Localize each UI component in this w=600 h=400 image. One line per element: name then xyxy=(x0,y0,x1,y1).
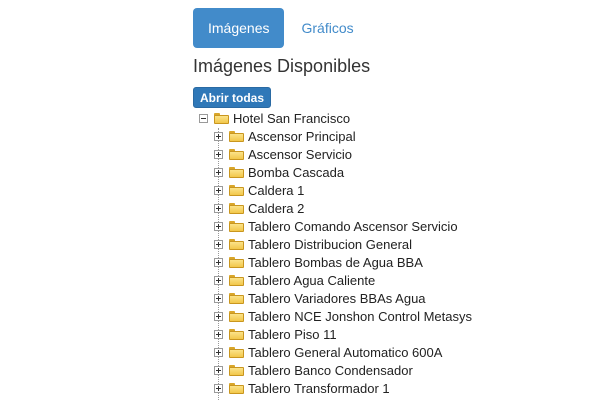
tree-item[interactable]: Tablero Piso 11 xyxy=(214,325,337,343)
tree-root[interactable]: Hotel San Francisco xyxy=(199,109,350,127)
expand-icon[interactable] xyxy=(214,239,223,249)
tree-item-label[interactable]: Tablero Distribucion General xyxy=(248,237,412,252)
expand-icon[interactable] xyxy=(214,275,223,285)
tree-item[interactable]: Ascensor Principal xyxy=(214,127,356,145)
folder-icon xyxy=(229,292,244,304)
tree-item-label[interactable]: Tablero Comando Ascensor Servicio xyxy=(248,219,458,234)
folder-icon xyxy=(229,166,244,178)
tree-item-label[interactable]: Tablero Variadores BBAs Agua xyxy=(248,291,426,306)
tree-item-label[interactable]: Ascensor Servicio xyxy=(248,147,352,162)
tree-item[interactable]: Tablero Banco Condensador xyxy=(214,361,413,379)
tree-item[interactable]: Tablero NCE Jonshon Control Metasys xyxy=(214,307,472,325)
tree-item[interactable]: Bomba Cascada xyxy=(214,163,344,181)
folder-icon xyxy=(229,148,244,160)
folder-icon xyxy=(229,274,244,286)
folder-icon xyxy=(229,328,244,340)
expand-icon[interactable] xyxy=(214,185,223,195)
expand-icon[interactable] xyxy=(214,257,223,267)
tree-item-label[interactable]: Tablero Bombas de Agua BBA xyxy=(248,255,423,270)
tree-item[interactable]: Tablero Comando Ascensor Servicio xyxy=(214,217,458,235)
expand-icon[interactable] xyxy=(214,131,223,141)
folder-icon xyxy=(229,130,244,142)
tree-item[interactable]: Tablero Agua Caliente xyxy=(214,271,375,289)
tree-item-label[interactable]: Tablero Banco Condensador xyxy=(248,363,413,378)
tree-item-label[interactable]: Bomba Cascada xyxy=(248,165,344,180)
expand-icon[interactable] xyxy=(214,149,223,159)
collapse-icon[interactable] xyxy=(199,113,208,123)
folder-icon xyxy=(229,220,244,232)
tree-item[interactable]: Tablero Variadores BBAs Agua xyxy=(214,289,426,307)
folder-icon xyxy=(229,202,244,214)
tree-item-label[interactable]: Tablero Piso 11 xyxy=(248,327,337,342)
folder-icon xyxy=(214,112,229,124)
tree-item[interactable]: Tablero Transformador 1 xyxy=(214,379,390,397)
tree-item-label[interactable]: Tablero NCE Jonshon Control Metasys xyxy=(248,309,472,324)
expand-icon[interactable] xyxy=(214,347,223,357)
tree-item[interactable]: Tablero Distribucion General xyxy=(214,235,412,253)
tree-item[interactable]: Caldera 1 xyxy=(214,181,304,199)
folder-icon xyxy=(229,238,244,250)
expand-icon[interactable] xyxy=(214,167,223,177)
expand-icon[interactable] xyxy=(214,365,223,375)
folder-icon xyxy=(229,382,244,394)
tree-root-label[interactable]: Hotel San Francisco xyxy=(233,111,350,126)
folder-icon xyxy=(229,256,244,268)
expand-icon[interactable] xyxy=(214,203,223,213)
tree-item-label[interactable]: Caldera 1 xyxy=(248,183,304,198)
tree-item[interactable]: Tablero General Automatico 600A xyxy=(214,343,442,361)
expand-icon[interactable] xyxy=(214,293,223,303)
folder-icon xyxy=(229,184,244,196)
expand-icon[interactable] xyxy=(214,383,223,393)
tree-item[interactable]: Ascensor Servicio xyxy=(214,145,352,163)
tree-item-label[interactable]: Tablero General Automatico 600A xyxy=(248,345,442,360)
expand-icon[interactable] xyxy=(214,329,223,339)
tree-item-label[interactable]: Tablero Transformador 1 xyxy=(248,381,390,396)
tree-item[interactable]: Caldera 2 xyxy=(214,199,304,217)
folder-icon xyxy=(229,310,244,322)
tree-item[interactable]: Tablero Bombas de Agua BBA xyxy=(214,253,423,271)
tree-item-label[interactable]: Caldera 2 xyxy=(248,201,304,216)
folder-tree: Hotel San Francisco Ascensor Principal As… xyxy=(0,0,600,400)
folder-icon xyxy=(229,346,244,358)
expand-icon[interactable] xyxy=(214,221,223,231)
tree-item-label[interactable]: Ascensor Principal xyxy=(248,129,356,144)
tree-item-label[interactable]: Tablero Agua Caliente xyxy=(248,273,375,288)
folder-icon xyxy=(229,364,244,376)
expand-icon[interactable] xyxy=(214,311,223,321)
